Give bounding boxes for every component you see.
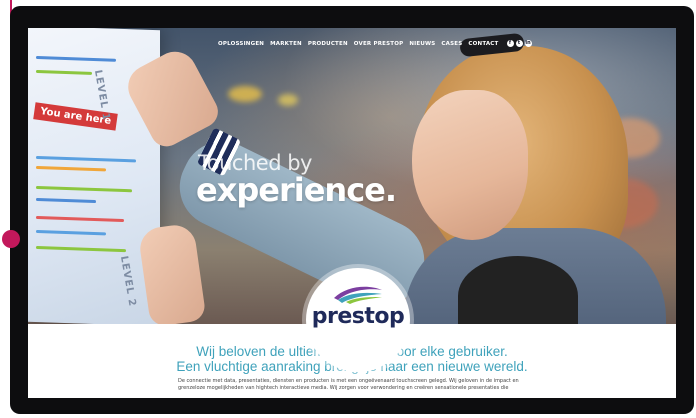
map-strip xyxy=(36,165,106,172)
map-strip xyxy=(36,245,126,253)
person-face xyxy=(412,90,528,240)
second-hand xyxy=(137,222,207,324)
nav-item-cases[interactable]: CASES xyxy=(441,41,462,47)
map-strip xyxy=(36,197,96,204)
website-screen: You are here LEVEL 1 LEVEL 2 OPLOSSINGEN… xyxy=(28,28,676,398)
map-strip xyxy=(36,229,106,236)
map-strip xyxy=(36,155,136,163)
twitter-icon[interactable]: t xyxy=(515,40,523,47)
nav-item-nieuws[interactable]: NIEUWS xyxy=(409,41,435,47)
bokeh-light xyxy=(228,86,262,102)
nav-item-producten[interactable]: PRODUCTEN xyxy=(308,41,348,47)
intro-body-text: De connectie met data, presentaties, die… xyxy=(178,378,519,391)
annotation-dot xyxy=(2,230,20,248)
map-strip xyxy=(36,55,116,62)
linkedin-icon[interactable]: in xyxy=(524,40,532,47)
facebook-icon[interactable]: f xyxy=(506,40,514,47)
nav-item-over-prestop[interactable]: OVER PRESTOP xyxy=(354,41,404,47)
social-links: f t in xyxy=(506,40,532,47)
nav-item-markten[interactable]: MARKTEN xyxy=(270,41,302,47)
nav-item-oplossingen[interactable]: OPLOSSINGEN xyxy=(218,41,264,47)
logo-text: prestop xyxy=(311,304,405,329)
prestop-logo[interactable]: prestop xyxy=(306,268,410,372)
nav-item-contact[interactable]: CONTACT xyxy=(468,41,498,47)
logo-swoosh-icon xyxy=(334,286,382,304)
main-nav: OPLOSSINGEN MARKTEN PRODUCTEN OVER PREST… xyxy=(218,40,532,47)
map-strip xyxy=(36,69,92,75)
map-strip xyxy=(36,215,124,223)
map-strip xyxy=(36,185,132,193)
hero-headline-bold: experience. xyxy=(196,171,397,209)
bokeh-light xyxy=(278,94,298,106)
